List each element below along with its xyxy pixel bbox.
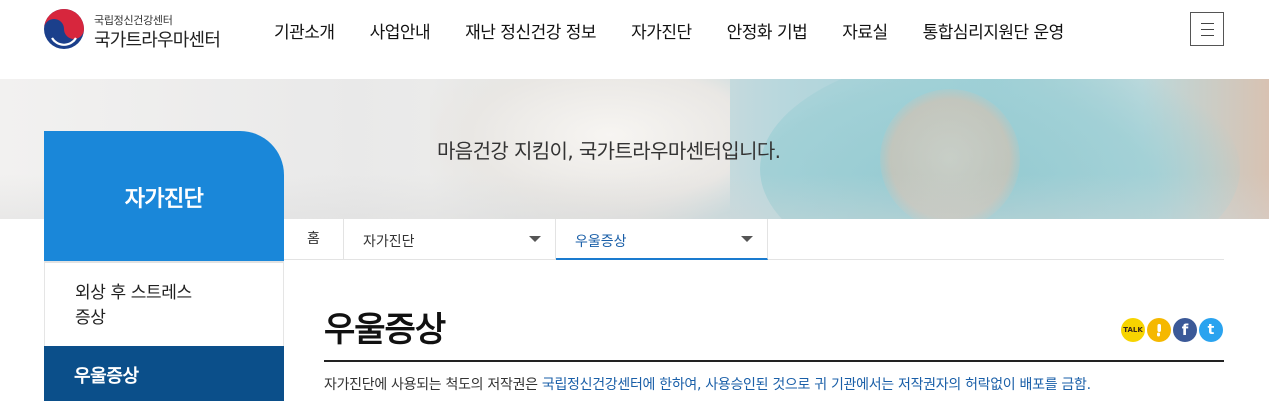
hamburger-icon <box>1201 23 1214 24</box>
kakaostory-icon[interactable] <box>1147 318 1171 342</box>
nav-item-about[interactable]: 기관소개 <box>274 18 335 43</box>
nav-item-resources[interactable]: 자료실 <box>842 18 888 43</box>
breadcrumb-level1-label: 자가진단 <box>363 234 415 250</box>
sidebar-title: 자가진단 <box>124 187 204 212</box>
sidebar-item-depression[interactable]: 우울증상 <box>44 346 284 401</box>
breadcrumb-level1-select[interactable]: 자가진단 <box>344 219 556 260</box>
nav-item-disaster-info[interactable]: 재난 정신건강 정보 <box>465 18 596 43</box>
hamburger-icon <box>1201 35 1214 36</box>
chevron-down-icon <box>741 236 753 242</box>
breadcrumb-home[interactable]: 홈 <box>284 219 344 260</box>
logo[interactable]: 국립정신건강센터 국가트라우마센터 <box>43 8 243 51</box>
sidebar-item-ptsd[interactable]: 외상 후 스트레스 증상 <box>44 261 284 346</box>
chevron-down-icon <box>529 236 541 242</box>
main-nav: 기관소개 사업안내 재난 정신건강 정보 자가진단 안정화 기법 자료실 통합심… <box>274 18 1099 43</box>
share-buttons: TALK f t <box>1119 318 1223 342</box>
nav-item-business[interactable]: 사업안내 <box>370 18 431 43</box>
breadcrumb: 홈 자가진단 우울증상 <box>284 219 1224 260</box>
kakaostory-glyph <box>1157 324 1161 337</box>
copyright-notice: 자가진단에 사용되는 척도의 저작권은 국립정신건강센터에 한하여, 사용승인된… <box>324 374 1091 394</box>
notice-prefix: 자가진단에 사용되는 척도의 저작권은 <box>324 377 542 393</box>
facebook-icon[interactable]: f <box>1173 318 1197 342</box>
hamburger-menu-button[interactable] <box>1190 12 1224 46</box>
taegeuk-logo-icon <box>44 9 84 49</box>
breadcrumb-level2-select[interactable]: 우울증상 <box>556 219 768 260</box>
nav-item-self-test[interactable]: 자가진단 <box>631 18 692 43</box>
sidebar-menu: 외상 후 스트레스 증상 우울증상 <box>44 261 284 401</box>
sidebar-item-label: 우울증상 <box>74 366 139 387</box>
hero-tagline: 마음건강 지킴이, 국가트라우마센터입니다. <box>437 139 781 163</box>
twitter-label: t <box>1207 322 1215 338</box>
page-title: 우울증상 <box>324 310 446 350</box>
nav-item-support-team[interactable]: 통합심리지원단 운영 <box>923 18 1065 43</box>
site-header: 국립정신건강센터 국가트라우마센터 기관소개 사업안내 재난 정신건강 정보 자… <box>0 0 1269 79</box>
sidebar-item-label: 외상 후 스트레스 <box>75 283 192 303</box>
nav-item-stabilization[interactable]: 안정화 기법 <box>727 18 808 43</box>
kakaotalk-icon[interactable]: TALK <box>1121 318 1145 342</box>
breadcrumb-level2-label: 우울증상 <box>575 234 627 250</box>
hamburger-icon <box>1201 29 1214 30</box>
twitter-icon[interactable]: t <box>1199 318 1223 342</box>
sidebar-header: 자가진단 <box>44 131 284 261</box>
title-divider <box>324 360 1224 362</box>
sidebar-item-label: 증상 <box>75 308 106 328</box>
kakaotalk-label: TALK <box>1123 326 1143 334</box>
notice-highlight: 국립정신건강센터에 한하여, 사용승인된 것으로 귀 기관에서는 저작권자의 허… <box>541 377 1091 393</box>
facebook-label: f <box>1181 321 1189 339</box>
logo-title: 국가트라우마센터 <box>94 30 221 51</box>
